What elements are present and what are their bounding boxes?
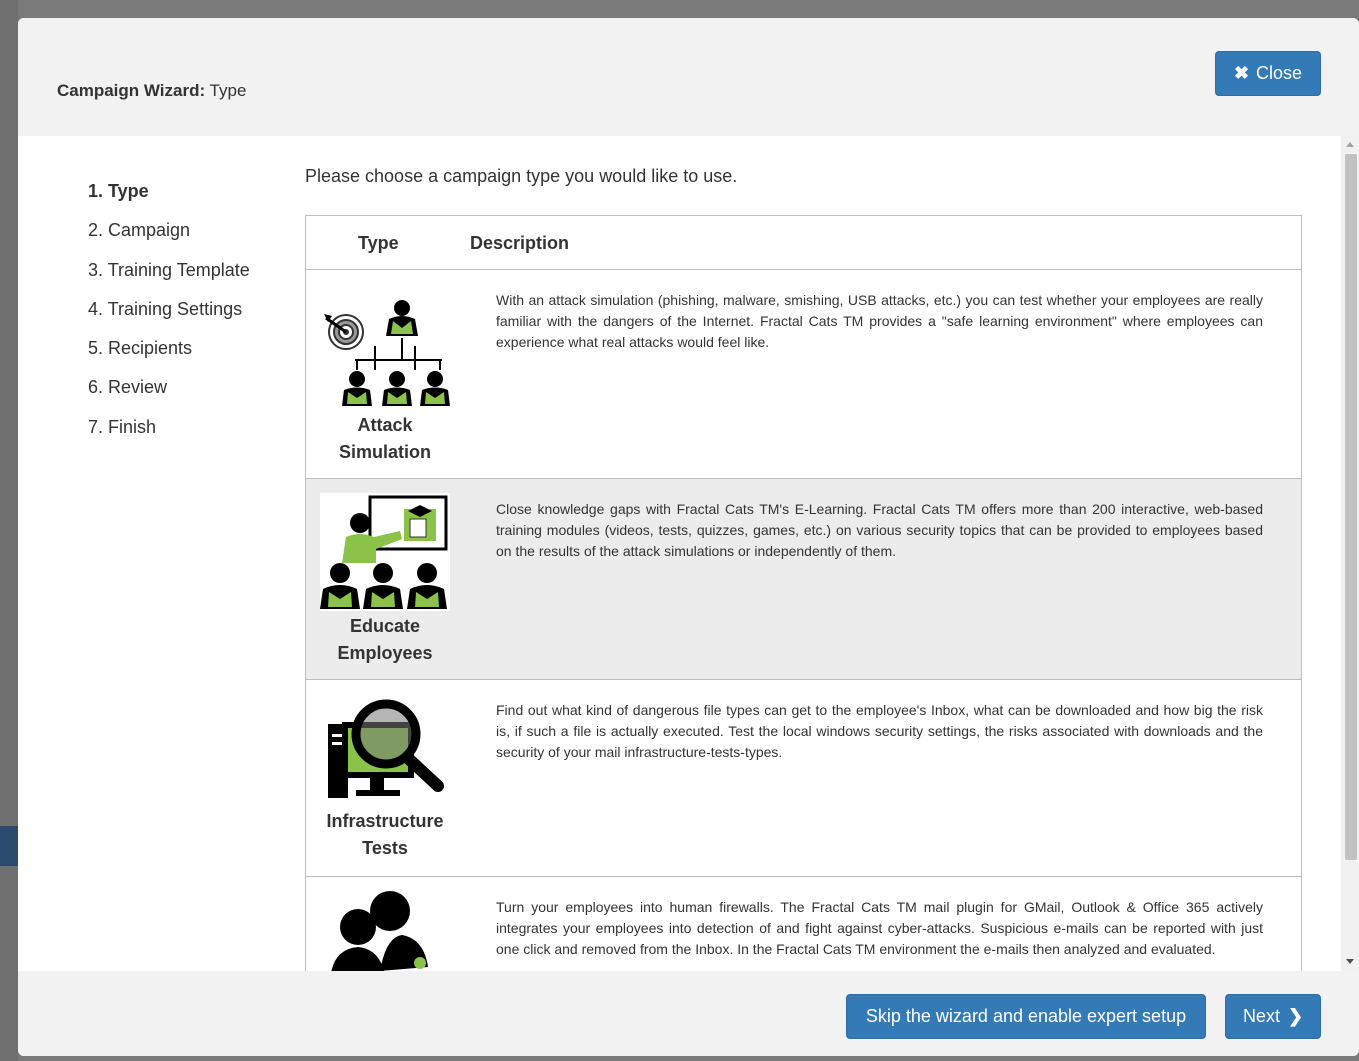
infrastructure-tests-icon: [320, 694, 450, 809]
modal-title-step: Type: [205, 81, 247, 100]
step-campaign[interactable]: 2. Campaign: [88, 211, 250, 250]
modal-scrollbar[interactable]: [1341, 136, 1359, 971]
next-button-label: Next: [1242, 1006, 1280, 1026]
type-label-line1: Infrastructure: [326, 811, 444, 831]
skip-wizard-button[interactable]: Skip the wizard and enable expert setup: [846, 994, 1206, 1039]
campaign-wizard-modal: Campaign Wizard: Type ✖ Close 1. Type 2.…: [18, 18, 1359, 1056]
type-label-line1: Educate: [349, 616, 421, 636]
scroll-down-arrow-icon[interactable]: [1346, 959, 1354, 964]
step-finish[interactable]: 7. Finish: [88, 408, 250, 447]
scroll-up-arrow-icon[interactable]: [1346, 142, 1354, 147]
modal-body: 1. Type 2. Campaign 3. Training Template…: [18, 136, 1359, 971]
step-training-template[interactable]: 3. Training Template: [88, 251, 250, 290]
page-backdrop: [0, 0, 18, 1061]
next-button[interactable]: Next ❯: [1225, 994, 1321, 1039]
backdrop-sidebar-highlight: [0, 826, 18, 866]
step-recipients[interactable]: 5. Recipients: [88, 329, 250, 368]
campaign-type-table: Type Description Attack Simulation With …: [305, 215, 1302, 971]
type-description: Close knowledge gaps with Fractal Cats T…: [496, 501, 1263, 559]
close-button-label: Close: [1256, 63, 1303, 83]
type-label: Infrastructure Tests: [306, 808, 464, 862]
modal-title-prefix: Campaign Wizard:: [57, 81, 206, 100]
close-button[interactable]: ✖ Close: [1215, 51, 1321, 96]
type-row-infrastructure-tests[interactable]: Infrastructure Tests Find out what kind …: [306, 680, 1301, 877]
type-label-line1: Attack: [357, 415, 413, 435]
scrollbar-thumb[interactable]: [1345, 154, 1357, 860]
type-description: Find out what kind of dangerous file typ…: [496, 702, 1263, 760]
column-header-description: Description: [470, 233, 570, 253]
type-label: Educate Employees: [306, 613, 464, 667]
type-label-line2: Simulation: [338, 442, 431, 462]
type-row-educate-employees[interactable]: Educate Employees Close knowledge gaps w…: [306, 479, 1301, 680]
chevron-right-icon: ❯: [1287, 1006, 1304, 1026]
step-review[interactable]: 6. Review: [88, 368, 250, 407]
mail-plugin-icon: [320, 891, 450, 971]
modal-title: Campaign Wizard: Type: [57, 81, 246, 101]
type-row-attack-simulation[interactable]: Attack Simulation With an attack simulat…: [306, 270, 1301, 479]
type-label-line2: Tests: [362, 838, 408, 858]
type-label: Attack Simulation: [306, 412, 464, 466]
table-header: Type Description: [306, 216, 1301, 270]
type-label-line2: Employees: [337, 643, 433, 663]
step-training-settings[interactable]: 4. Training Settings: [88, 290, 250, 329]
modal-footer: Skip the wizard and enable expert setup …: [18, 971, 1359, 1056]
type-description: Turn your employees into human firewalls…: [496, 899, 1263, 957]
column-header-type: Type: [358, 233, 399, 253]
close-icon: ✖: [1233, 63, 1250, 83]
type-row-mail-plugin[interactable]: Turn your employees into human firewalls…: [306, 877, 1301, 971]
step-type[interactable]: 1. Type: [88, 172, 250, 211]
type-description: With an attack simulation (phishing, mal…: [496, 292, 1263, 350]
intro-text: Please choose a campaign type you would …: [305, 166, 738, 186]
modal-header: Campaign Wizard: Type ✖ Close: [18, 18, 1359, 136]
attack-simulation-icon: [320, 294, 450, 414]
wizard-steps: 1. Type 2. Campaign 3. Training Template…: [88, 172, 250, 447]
educate-employees-icon: [320, 493, 450, 616]
